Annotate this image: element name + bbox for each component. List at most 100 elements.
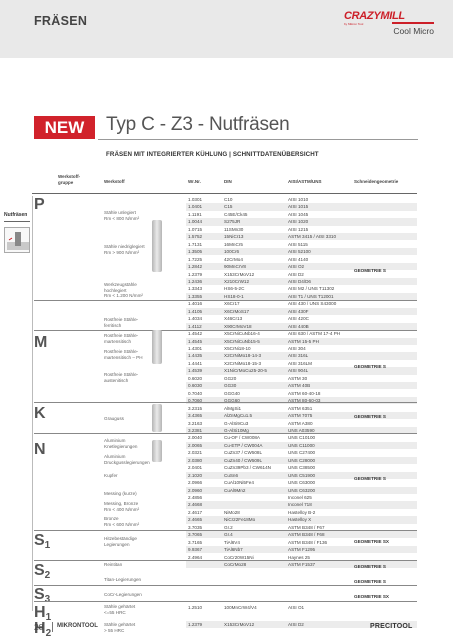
material-group-letter: S2 — [34, 562, 51, 581]
page-title: Typ C - Z3 - Nutfräsen — [106, 114, 290, 135]
wnr-cell: 1.0044 — [188, 219, 203, 225]
wnr-cell: 1.3505 — [188, 249, 203, 255]
aisi-cell: UNS C38500 — [288, 465, 316, 471]
wnr-cell: 1.2510 — [188, 605, 203, 610]
geometry-label: GEOMETRIE SX — [354, 539, 389, 544]
aisi-cell: UNS C63200 — [288, 487, 316, 493]
table-row: 1.3343 HS6-5-2C AISI M2 / UNS T11302 — [186, 285, 417, 292]
header-divider — [32, 193, 417, 194]
wnr-cell: 1.5752 — [188, 234, 203, 240]
wnr-cell: 2.0966 — [188, 480, 203, 486]
geometry-label: GEOMETRIE SX — [354, 594, 389, 599]
din-cell: TiAl6Nb7 — [224, 547, 243, 553]
din-cell: CuAl10Ni5Fe4 — [224, 480, 254, 486]
din-cell: AlMgSi1 — [224, 405, 242, 411]
din-cell: C15 — [224, 204, 233, 210]
table-row: 1.4435 X2CrNiMo18-14-3 AISI 316L — [186, 352, 417, 360]
wnr-cell: 2.0040 — [188, 435, 203, 441]
din-cell: CuSn6 — [224, 472, 239, 478]
wnr-cell: 2.4617 — [188, 509, 203, 515]
aisi-cell: AISI 440B — [288, 323, 309, 329]
geometry-label: GEOMETRIE S — [354, 476, 386, 481]
material-subgroup-label: Titan-Legierungen — [104, 577, 142, 582]
din-cell: Gr.4 — [224, 532, 233, 538]
wnr-cell: 3.7065 — [188, 532, 203, 538]
col-geometry: Schneidengeometrie — [354, 179, 399, 184]
din-cell: GGG40 — [224, 390, 240, 396]
din-cell: 16MnCr5 — [224, 241, 243, 247]
wnr-cell: 1.2842 — [188, 264, 203, 270]
din-cell: 90MnCrV8 — [224, 264, 246, 270]
table-row: 1.4301 X5CrNi18-10 AISI 304 — [186, 345, 417, 352]
aisi-cell: ASTM 7075 — [288, 413, 313, 419]
group-divider — [34, 560, 417, 561]
din-cell: 100MnCrW4/V4 — [224, 605, 257, 610]
group-divider — [34, 402, 417, 403]
footer-brand: MIKRONTOOL — [57, 623, 98, 629]
din-cell: X5CrNi18-10 — [224, 346, 251, 351]
material-subgroup-label: Grauguss — [104, 416, 124, 421]
title-divider — [98, 139, 418, 140]
footer-divider — [52, 622, 53, 632]
wnr-cell: 0.7060 — [188, 398, 203, 404]
table-row: 1.4105 X6CrMoS17 AISI 430F — [186, 307, 417, 315]
table-row: 1.3355 HS18-0-1 AISI T1 / UNS T12001 — [186, 292, 417, 301]
col-aisi: AISI/ASTM/UNS — [288, 179, 322, 184]
aisi-cell: UNS C28000 — [288, 457, 316, 463]
sidebar-border — [32, 196, 33, 611]
din-cell: HS18-0-1 — [224, 293, 244, 299]
tool-illustration — [152, 220, 162, 272]
aisi-cell: UNS C51900 — [288, 472, 316, 478]
group-divider — [34, 530, 417, 531]
table-row: 1.2510 100MnCrW4/V4 AISI O1 — [186, 604, 417, 611]
wnr-cell: 1.7131 — [188, 241, 203, 247]
wnr-cell: 3.7165 — [188, 539, 203, 545]
aisi-cell: ASTM 30 — [288, 375, 308, 381]
table-row: 1.1191 C45E/Ck45 AISI 1045 — [186, 211, 417, 218]
wnr-cell: 3.2315 — [188, 405, 203, 411]
group-divider — [34, 433, 417, 434]
page-number: 28 — [34, 622, 44, 632]
wnr-cell: 1.4545 — [188, 338, 203, 344]
wnr-cell: 2.0960 — [188, 487, 203, 493]
table-row: 2.0380 CuZn40 / CW509L UNS C28000 — [186, 456, 417, 464]
material-subgroup-label: Hitzebeständige Legierungen — [104, 536, 137, 547]
table-row: 1.4545 X5CrNiCuNb15-5 ASTM 15-5 PH — [186, 337, 417, 345]
aisi-cell: ASTM 80-60-03 — [288, 398, 321, 404]
logo-underline — [392, 22, 434, 24]
aisi-cell: UNS C10100 — [288, 435, 316, 441]
wnr-cell: 1.4542 — [188, 331, 203, 337]
din-cell: CuZn37 / CW508L — [224, 450, 263, 456]
aisi-cell: AISI 630 / ASTM 17-4 PH — [288, 331, 341, 337]
aisi-cell: AISI 316L — [288, 353, 309, 359]
tool-illustration — [152, 330, 162, 364]
table-row: 2.4617 NiMo28 Hastelloy B-2 — [186, 509, 417, 516]
wnr-cell: 1.2436 — [188, 278, 203, 284]
aisi-cell: Hastelloy X — [288, 517, 312, 523]
din-cell: X210CrW12 — [224, 278, 250, 284]
material-subgroup-label: Rostfreie Stähle- martensitisch — [104, 333, 139, 344]
table-header: Werkstoff- gruppe Werkstoff Wr.Nr. DIN A… — [0, 170, 453, 194]
material-group-letter: M — [34, 334, 48, 351]
table-row: 1.0044 S275JR AISI 1020 — [186, 218, 417, 226]
wnr-cell: 2.4856 — [188, 495, 203, 500]
din-cell: CuZn40 / CW509L — [224, 457, 263, 463]
aisi-cell: AISI 1015 — [288, 204, 309, 210]
wnr-cell: 1.4435 — [188, 353, 203, 359]
din-cell: CoCrMo28 — [224, 562, 247, 568]
din-cell: AlZnMgCu1.5 — [224, 413, 253, 419]
wnr-cell: 1.4539 — [188, 368, 203, 374]
din-cell: GGG60 — [224, 398, 240, 404]
aisi-cell: UNS C63000 — [288, 480, 316, 486]
group-divider — [34, 300, 417, 301]
table-row: 1.7131 16MnCr5 AISI 5115 — [186, 241, 417, 248]
table-row: 2.0401 CuZn39Pb3 / CW614N UNS C38500 — [186, 464, 417, 471]
wnr-cell: 1.3355 — [188, 293, 203, 299]
aisi-cell: AISI D2 — [288, 271, 304, 277]
wnr-cell: 1.7225 — [188, 256, 203, 262]
table-row: 1.4542 X5CrNiCuNb16-4 AISI 630 / ASTM 17-4… — [186, 330, 417, 337]
wnr-cell: 2.0380 — [188, 457, 203, 463]
din-cell: X90CrMoV18 — [224, 323, 252, 329]
aisi-cell: AISI O1 — [288, 605, 305, 610]
table-row: 1.0301 C10 AISI 1010 — [186, 196, 417, 203]
